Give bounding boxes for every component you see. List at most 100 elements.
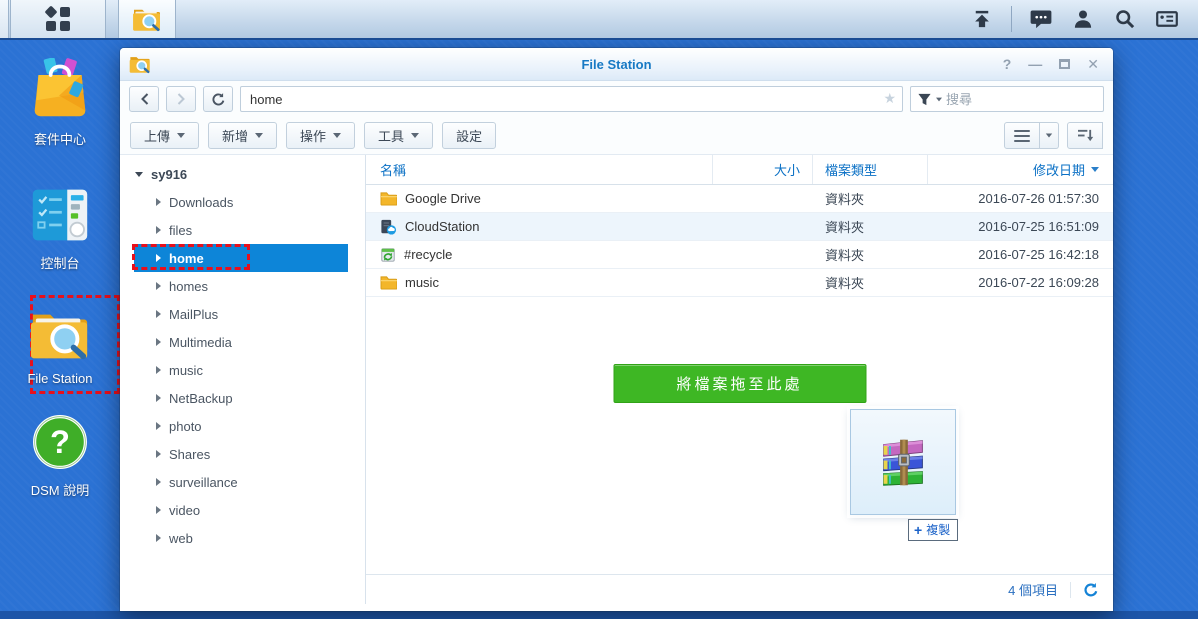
tree-item-label: Shares — [169, 446, 211, 462]
chevron-collapsed-icon — [156, 254, 161, 262]
help-question-icon: ? — [33, 415, 87, 469]
tree-item-netbackup[interactable]: NetBackup — [120, 384, 365, 412]
tree-item-label: web — [169, 530, 193, 546]
file-station-icon — [30, 314, 88, 360]
settings-button[interactable]: 設定 — [442, 122, 497, 149]
taskbar — [0, 0, 1198, 40]
chevron-collapsed-icon — [156, 450, 161, 458]
column-header-modified[interactable]: 修改日期 — [928, 155, 1113, 184]
desktop-icon-dsm-help[interactable]: ? DSM 說明 — [0, 413, 120, 499]
tree-item-sy916[interactable]: sy916 — [120, 160, 365, 188]
pilot-view-icon — [975, 10, 989, 28]
file-list-panel: 名稱 大小 檔案類型 修改日期 Google Drive 資料夾 2016-07… — [366, 155, 1113, 604]
tree-item-downloads[interactable]: Downloads — [120, 188, 365, 216]
chevron-down-icon — [1045, 133, 1053, 138]
minimize-button[interactable]: — — [1028, 57, 1042, 71]
chevron-down-icon — [333, 133, 342, 138]
window-title: File Station — [581, 56, 652, 72]
chevron-collapsed-icon — [156, 310, 161, 318]
column-header-size[interactable]: 大小 — [713, 155, 813, 184]
tree-item-label: photo — [169, 418, 202, 434]
svg-text:?: ? — [50, 423, 70, 460]
tree-item-multimedia[interactable]: Multimedia — [120, 328, 365, 356]
table-row[interactable]: #recycle 資料夾 2016-07-25 16:42:18 — [366, 241, 1113, 269]
tree-item-homes[interactable]: homes — [120, 272, 365, 300]
list-view-icon — [1014, 127, 1030, 145]
desktop-icon-control-panel[interactable]: 控制台 — [0, 186, 120, 272]
close-button[interactable]: ✕ — [1087, 57, 1099, 71]
main-menu-button[interactable] — [10, 0, 106, 38]
help-button[interactable]: ? — [1003, 57, 1012, 71]
tree-item-photo[interactable]: photo — [120, 412, 365, 440]
drag-ghost[interactable] — [847, 406, 959, 518]
tree-item-music[interactable]: music — [120, 356, 365, 384]
tree-item-web[interactable]: web — [120, 524, 365, 552]
widgets-icon — [1156, 11, 1178, 27]
view-mode-split-button — [1004, 122, 1059, 149]
refresh-list-button[interactable] — [1083, 582, 1099, 598]
column-header-type[interactable]: 檔案類型 — [813, 155, 928, 184]
tools-button[interactable]: 工具 — [364, 122, 434, 149]
search-box[interactable] — [910, 86, 1104, 112]
status-separator — [1070, 581, 1071, 598]
upload-button[interactable]: 上傳 — [130, 122, 200, 149]
table-row[interactable]: Google Drive 資料夾 2016-07-26 01:57:30 — [366, 185, 1113, 213]
taskbar-separator — [1011, 6, 1012, 32]
back-button[interactable] — [129, 86, 159, 112]
create-button[interactable]: 新增 — [208, 122, 278, 149]
window-body: sy916 Downloads files home homes MailPlu… — [120, 155, 1113, 611]
chevron-collapsed-icon — [156, 226, 161, 234]
table-row[interactable]: CloudStation 資料夾 2016-07-25 16:51:09 — [366, 213, 1113, 241]
drop-files-here-zone[interactable]: 將檔案拖至此處 — [613, 364, 866, 403]
chevron-down-icon — [177, 133, 186, 138]
widgets-button[interactable] — [1150, 4, 1184, 34]
file-name: music — [405, 275, 439, 290]
tree-item-surveillance[interactable]: surveillance — [120, 468, 365, 496]
tree-item-label: sy916 — [151, 166, 188, 182]
desktop-icon-label: 套件中心 — [33, 132, 86, 147]
sort-button-wrap — [1067, 122, 1103, 149]
tree-item-shares[interactable]: Shares — [120, 440, 365, 468]
package-center-icon — [34, 57, 86, 117]
file-modified: 2016-07-22 16:09:28 — [978, 275, 1099, 290]
tree-item-video[interactable]: video — [120, 496, 365, 524]
notifications-icon — [1030, 10, 1052, 29]
winrar-archive-icon — [883, 439, 923, 486]
forward-button[interactable] — [166, 86, 196, 112]
file-name: CloudStation — [405, 219, 480, 234]
button-label: 新增 — [222, 129, 249, 144]
refresh-button[interactable] — [203, 86, 233, 112]
action-button[interactable]: 操作 — [286, 122, 356, 149]
notifications-button[interactable] — [1024, 4, 1058, 34]
taskbar-edge-button[interactable] — [0, 0, 9, 38]
window-titlebar[interactable]: File Station ? — ✕ — [120, 48, 1113, 81]
column-header-name[interactable]: 名稱 — [366, 155, 713, 184]
desktop-icon-file-station[interactable]: File Station — [0, 306, 120, 386]
tree-item-label: surveillance — [169, 474, 238, 490]
star-icon[interactable]: ★ — [883, 90, 896, 107]
forward-icon — [177, 93, 185, 105]
tree-item-files[interactable]: files — [120, 216, 365, 244]
button-label: 操作 — [300, 129, 327, 144]
tree-item-home[interactable]: home — [132, 244, 348, 272]
desktop-icon-label: DSM 說明 — [30, 483, 90, 498]
sort-button[interactable] — [1067, 122, 1103, 149]
tree-item-mailplus[interactable]: MailPlus — [120, 300, 365, 328]
recycle-bin-icon — [381, 247, 395, 262]
view-mode-dropdown-button[interactable] — [1040, 122, 1059, 149]
list-view-button[interactable] — [1004, 122, 1040, 149]
taskbar-file-station-button[interactable] — [118, 0, 176, 38]
file-type: 資料夾 — [825, 276, 865, 291]
tree-item-label: video — [169, 502, 201, 518]
refresh-icon — [211, 92, 224, 105]
pilot-view-button[interactable] — [965, 4, 999, 34]
search-button[interactable] — [1108, 4, 1142, 34]
table-row[interactable]: music 資料夾 2016-07-22 16:09:28 — [366, 269, 1113, 297]
desktop-icon-package-center[interactable]: 套件中心 — [0, 57, 120, 148]
maximize-button[interactable] — [1059, 59, 1071, 69]
user-options-button[interactable] — [1066, 4, 1100, 34]
address-input[interactable] — [240, 86, 903, 112]
search-input[interactable] — [946, 91, 1097, 107]
filter-funnel-icon — [918, 93, 931, 105]
button-label: 上傳 — [144, 129, 171, 144]
